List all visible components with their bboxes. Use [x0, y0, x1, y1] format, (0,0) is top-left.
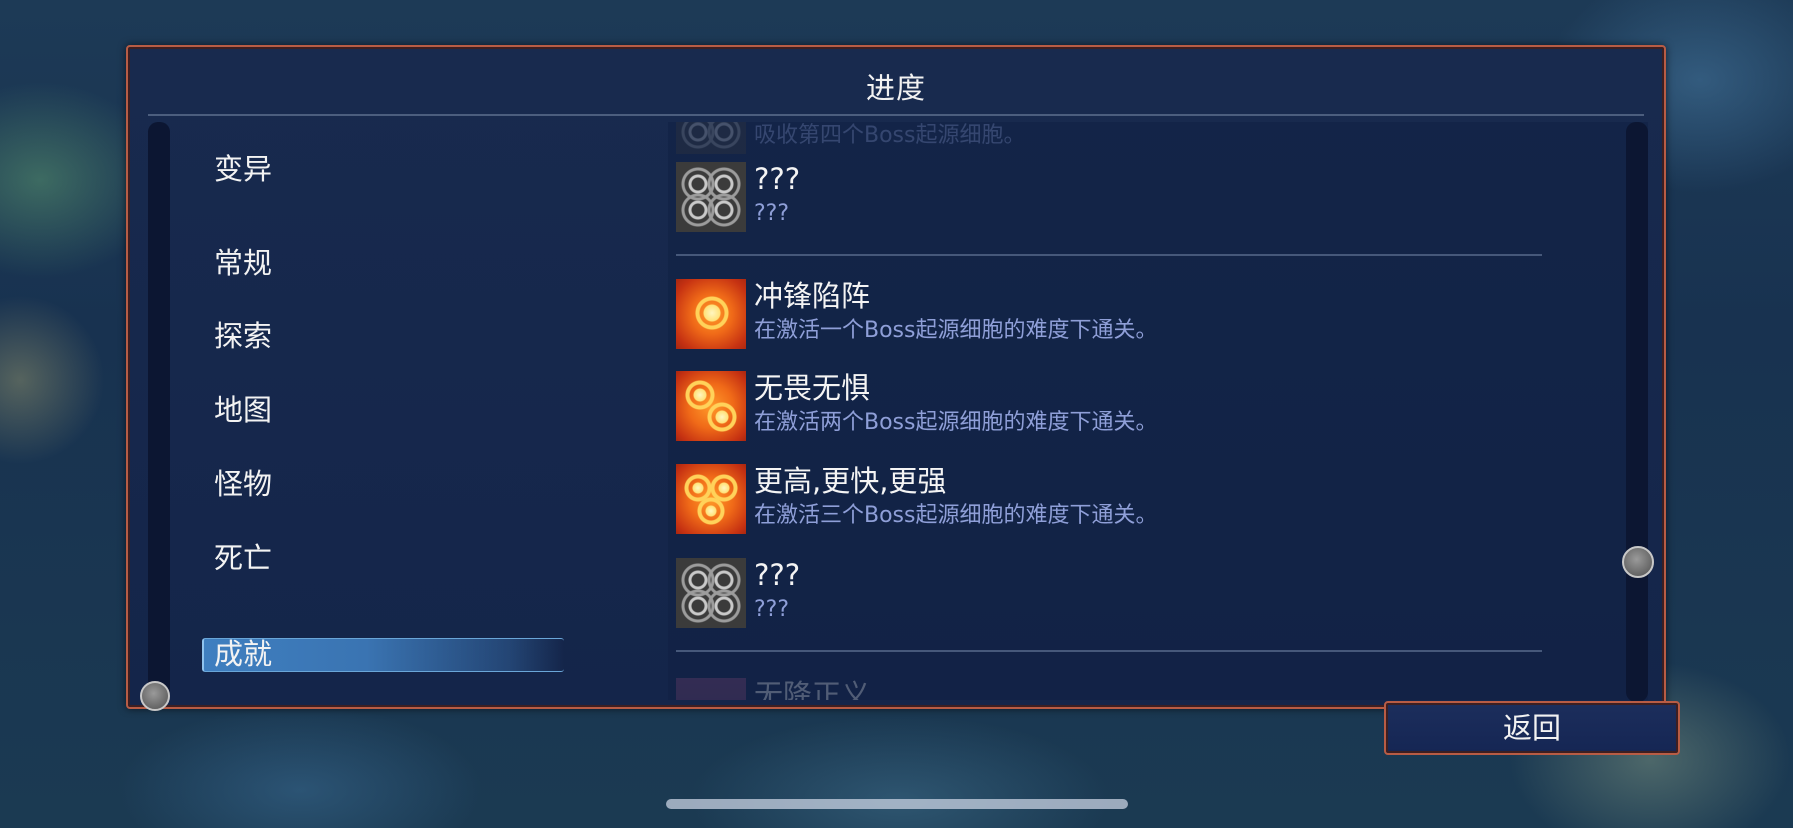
- left-scrollbar-knob[interactable]: [140, 681, 170, 711]
- achievement-item: ??? ???: [668, 162, 1628, 234]
- section-divider: [676, 650, 1542, 652]
- category-deaths[interactable]: 死亡: [214, 541, 272, 575]
- three-boss-cells-icon: [676, 464, 746, 534]
- achievement-name: ???: [754, 162, 801, 196]
- achievement-item: 无降正义: [668, 678, 1628, 700]
- achievement-desc: 在激活三个Boss起源细胞的难度下通关。: [754, 503, 1158, 528]
- achievement-list[interactable]: 吸收第四个Boss起源细胞。 ??? ??? 冲锋陷阵 在激活一个Boss起源细…: [668, 122, 1648, 700]
- achievement-name: 冲锋陷阵: [754, 279, 871, 313]
- category-monsters[interactable]: 怪物: [214, 467, 272, 501]
- achievement-item: 更高,更快,更强 在激活三个Boss起源细胞的难度下通关。: [668, 464, 1628, 536]
- achievement-name: 更高,更快,更强: [754, 464, 947, 498]
- progress-panel: 进度 变异 常规 探索 地图 怪物 死亡 成就 吸收第四个Boss起源细胞。 ?…: [126, 45, 1666, 711]
- achievement-name: 无降正义: [754, 678, 871, 700]
- achievement-item: ??? ???: [668, 558, 1628, 630]
- achievement-desc: 在激活一个Boss起源细胞的难度下通关。: [754, 318, 1158, 343]
- right-scrollbar-track[interactable]: [1626, 122, 1648, 702]
- title-divider: [148, 114, 1644, 116]
- category-achievements[interactable]: 成就: [202, 637, 564, 672]
- left-scrollbar-track[interactable]: [148, 122, 170, 702]
- achievement-item: 冲锋陷阵 在激活一个Boss起源细胞的难度下通关。: [668, 279, 1628, 351]
- category-mutations[interactable]: 变异: [214, 152, 272, 186]
- achievement-item: 吸收第四个Boss起源细胞。: [668, 122, 1628, 156]
- category-achievements-label: 成就: [214, 637, 273, 671]
- right-scrollbar-knob[interactable]: [1622, 546, 1654, 578]
- category-exploration[interactable]: 探索: [214, 319, 272, 353]
- achievement-desc: 吸收第四个Boss起源细胞。: [754, 123, 1026, 148]
- home-indicator[interactable]: [666, 799, 1128, 809]
- two-boss-cells-icon: [676, 371, 746, 441]
- locked-cells-icon: [676, 122, 746, 154]
- section-divider: [676, 254, 1542, 256]
- achievement-desc: ???: [754, 597, 790, 622]
- locked-cells-icon: [676, 162, 746, 232]
- achievement-item: 无畏无惧 在激活两个Boss起源细胞的难度下通关。: [668, 371, 1628, 443]
- locked-cells-icon: [676, 558, 746, 628]
- achievement-name: ???: [754, 558, 801, 592]
- panel-title: 进度: [865, 71, 926, 105]
- achievement-desc: 在激活两个Boss起源细胞的难度下通关。: [754, 410, 1158, 435]
- one-boss-cell-icon: [676, 279, 746, 349]
- achievement-desc: ???: [754, 201, 790, 226]
- pink-achievement-icon: [676, 678, 746, 700]
- achievement-name: 无畏无惧: [754, 371, 871, 405]
- category-general[interactable]: 常规: [214, 246, 272, 280]
- category-map[interactable]: 地图: [214, 393, 272, 427]
- back-button[interactable]: 返回: [1384, 701, 1680, 755]
